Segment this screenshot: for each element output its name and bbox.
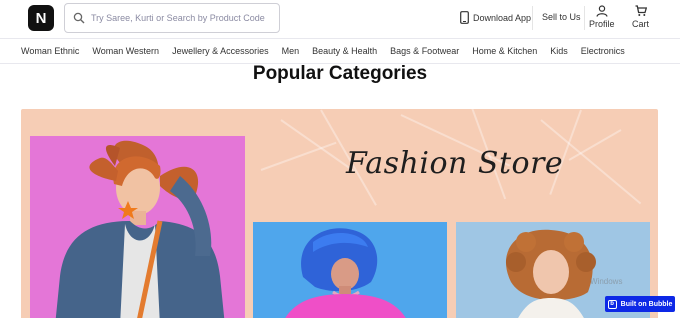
download-app-label: Download App: [473, 12, 532, 23]
phone-icon: [460, 11, 469, 24]
bubble-icon: b: [607, 299, 617, 309]
bubble-badge-label: Built on Bubble: [620, 300, 673, 308]
section-title: Popular Categories: [252, 63, 428, 84]
built-on-bubble-badge[interactable]: b Built on Bubble: [605, 296, 675, 312]
top-header: N Download App Sell to Us Profile Cart: [0, 0, 680, 38]
site-logo[interactable]: N: [28, 5, 54, 31]
sell-to-us-label: Sell to Us: [542, 12, 581, 22]
search-box[interactable]: [64, 3, 280, 33]
profile-icon: [596, 5, 608, 17]
header-divider: [584, 6, 585, 30]
banner-leaf: [260, 141, 337, 171]
search-input[interactable]: [91, 13, 271, 23]
logo-letter: N: [35, 9, 47, 27]
blue-hair-illustration: [285, 228, 406, 318]
nav-item-home-kitchen[interactable]: Home & Kitchen: [472, 46, 537, 56]
nav-item-jewellery-accessories[interactable]: Jewellery & Accessories: [172, 46, 269, 56]
nav-item-electronics[interactable]: Electronics: [581, 46, 625, 56]
banner-script-title: Fashion Store: [346, 146, 564, 181]
profile-button[interactable]: Profile: [589, 5, 615, 29]
header-divider: [532, 6, 533, 30]
category-photo-blue-hair[interactable]: [253, 222, 447, 318]
cart-label: Cart: [632, 19, 650, 29]
nav-item-men[interactable]: Men: [282, 46, 300, 56]
banner-leaf: [280, 119, 356, 173]
cart-button[interactable]: Cart: [632, 5, 649, 29]
profile-label: Profile: [589, 19, 615, 29]
nav-item-bags-footwear[interactable]: Bags & Footwear: [390, 46, 459, 56]
windows-watermark: Windows: [590, 277, 623, 286]
nav-item-kids[interactable]: Kids: [550, 46, 568, 56]
category-photo-woman-denim[interactable]: [30, 136, 245, 318]
nav-item-beauty-health[interactable]: Beauty & Health: [312, 46, 377, 56]
banner-leaf: [568, 129, 622, 161]
nav-item-woman-ethnic[interactable]: Woman Ethnic: [21, 46, 79, 56]
download-app-link[interactable]: Download App: [460, 11, 531, 24]
sell-to-us-link[interactable]: Sell to Us: [542, 12, 581, 22]
cart-icon: [635, 5, 647, 16]
category-nav: Woman Ethnic Woman Western Jewellery & A…: [0, 38, 680, 64]
woman-denim-illustration: [55, 140, 225, 318]
search-icon: [73, 12, 85, 24]
nav-item-woman-western[interactable]: Woman Western: [92, 46, 159, 56]
